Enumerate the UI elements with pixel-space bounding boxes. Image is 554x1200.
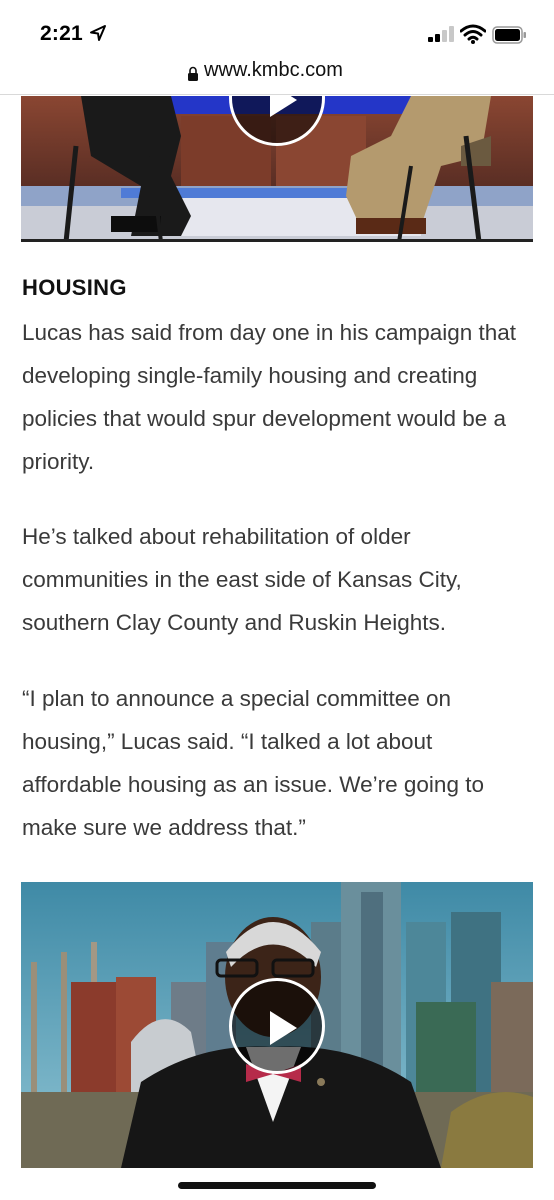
- address-bar[interactable]: www.kmbc.com: [0, 58, 554, 95]
- play-button[interactable]: [229, 978, 325, 1074]
- play-icon: [270, 1011, 297, 1045]
- cellular-signal-icon: [428, 26, 454, 42]
- location-arrow-icon: [90, 25, 106, 41]
- article-paragraph: Lucas has said from day one in his campa…: [22, 320, 517, 474]
- home-indicator[interactable]: [178, 1182, 376, 1189]
- wifi-icon: [460, 24, 486, 44]
- video-player-lucas[interactable]: [21, 882, 533, 1168]
- status-bar: 2:21: [0, 0, 554, 58]
- article-paragraph: He’s talked about rehabilitation of olde…: [22, 524, 462, 635]
- status-time: 2:21: [40, 22, 83, 45]
- article-paragraph: “I plan to announce a special committee …: [22, 686, 484, 840]
- url-text: www.kmbc.com: [204, 59, 343, 81]
- section-heading: HOUSING: [22, 275, 127, 300]
- battery-icon: [492, 26, 526, 44]
- lock-icon: [188, 66, 198, 81]
- play-icon: [270, 96, 297, 117]
- video-player-interview[interactable]: [21, 96, 533, 242]
